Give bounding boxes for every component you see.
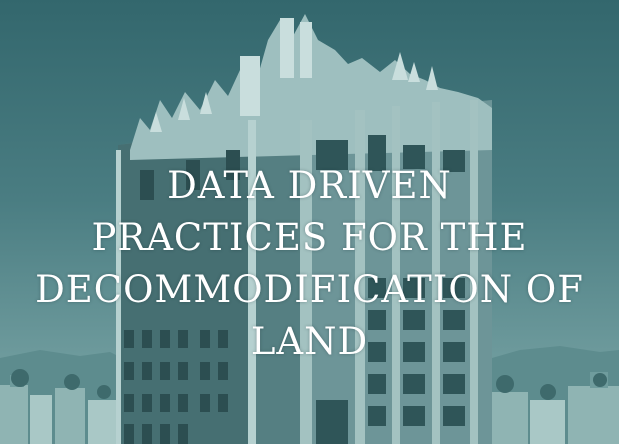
hero-banner: DATA DRIVEN PRACTICES FOR THE DECOMMODIF… [0, 0, 619, 444]
title-line-4: LAND [250, 320, 369, 363]
page-title: DATA DRIVEN PRACTICES FOR THE DECOMMODIF… [30, 160, 590, 368]
title-overlay: DATA DRIVEN PRACTICES FOR THE DECOMMODIF… [0, 0, 619, 444]
title-line-1: DATA DRIVEN [167, 164, 452, 207]
title-line-3: DECOMMODIFICATION OF [35, 268, 584, 311]
title-line-2: PRACTICES FOR THE [91, 216, 528, 259]
